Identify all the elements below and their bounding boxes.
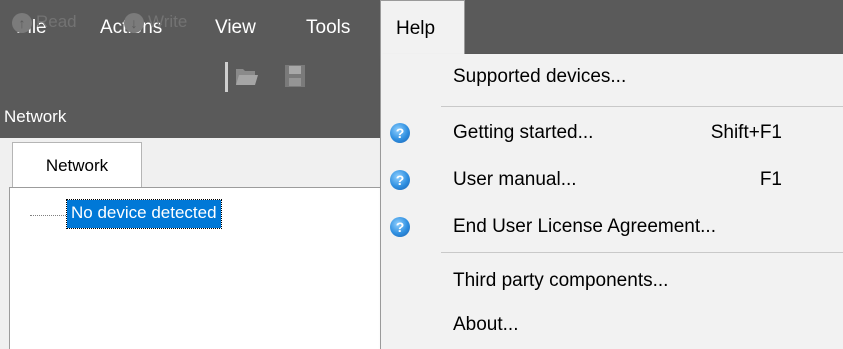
menu-item-label: About... xyxy=(453,314,519,335)
help-menu-dropdown: Supported devices... ? Getting started..… xyxy=(380,54,843,349)
menu-separator xyxy=(441,252,843,253)
menu-view[interactable]: View xyxy=(215,0,256,54)
network-panel-title: Network xyxy=(4,107,67,126)
help-icon: ? xyxy=(390,217,410,237)
menu-item-third-party[interactable]: Third party components... xyxy=(381,258,843,304)
menu-item-about[interactable]: About... xyxy=(381,302,843,348)
read-label: Read xyxy=(36,12,77,31)
menu-item-supported-devices[interactable]: Supported devices... xyxy=(381,54,843,100)
tree-node-no-device[interactable]: No device detected xyxy=(66,199,222,229)
menu-help[interactable]: Help xyxy=(380,0,465,54)
toolbar-separator xyxy=(225,62,228,92)
help-icon: ? xyxy=(390,123,410,143)
save-disk-icon[interactable] xyxy=(284,64,306,88)
menu-item-label: User manual... xyxy=(453,169,577,190)
menu-tools[interactable]: Tools xyxy=(306,0,350,54)
menu-separator xyxy=(441,106,843,107)
menu-item-getting-started[interactable]: ? Getting started... Shift+F1 xyxy=(381,110,843,156)
menu-item-label: Supported devices... xyxy=(453,66,627,87)
menu-item-label: Third party components... xyxy=(453,270,669,291)
open-folder-icon[interactable] xyxy=(235,65,259,87)
menu-item-label: Getting started... xyxy=(453,122,594,143)
write-button[interactable]: ↓ Write xyxy=(124,8,187,36)
read-button[interactable]: ↑ Read xyxy=(12,8,77,36)
menu-item-shortcut: Shift+F1 xyxy=(710,122,782,143)
arrow-up-icon: ↑ xyxy=(12,12,32,33)
tree-connector xyxy=(30,215,68,217)
menu-item-user-manual[interactable]: ? User manual... F1 xyxy=(381,157,843,203)
menu-item-shortcut: F1 xyxy=(759,169,782,190)
help-icon: ? xyxy=(390,170,410,190)
write-label: Write xyxy=(148,12,188,31)
menu-item-label: End User License Agreement... xyxy=(453,216,716,237)
arrow-down-icon: ↓ xyxy=(124,12,144,33)
menu-item-eula[interactable]: ? End User License Agreement... xyxy=(381,204,843,250)
tab-network[interactable]: Network xyxy=(12,142,142,188)
